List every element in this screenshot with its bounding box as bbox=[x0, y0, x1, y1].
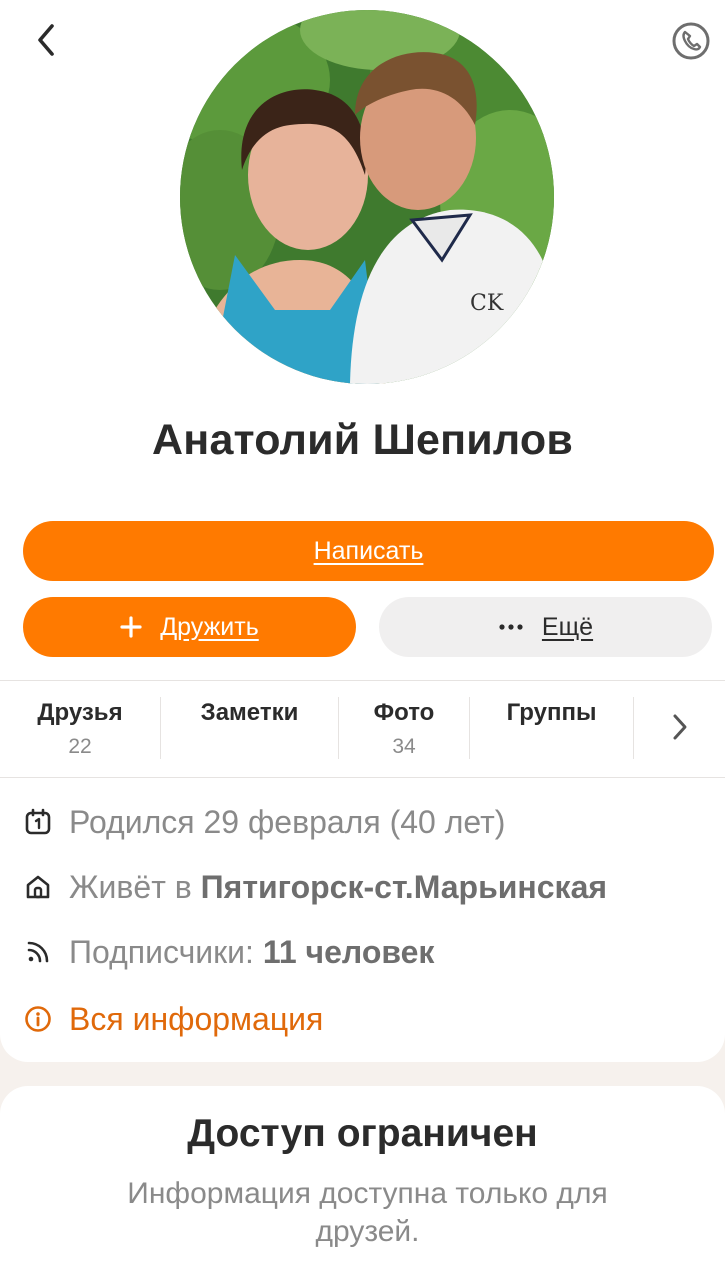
location-city: Пятигорск-ст.Марьинская bbox=[200, 868, 608, 905]
tab-photos-count: 34 bbox=[392, 735, 416, 758]
phone-icon bbox=[671, 21, 711, 66]
rss-icon bbox=[24, 938, 52, 966]
more-button[interactable]: Ещё bbox=[379, 597, 712, 657]
tab-groups-label: Группы bbox=[506, 699, 597, 726]
tab-photos[interactable]: Фото 34 bbox=[339, 681, 469, 777]
tab-notes-label: Заметки bbox=[200, 699, 299, 726]
birthday-text: Родился 29 февраля (40 лет) bbox=[69, 803, 506, 840]
more-label: Ещё bbox=[541, 612, 594, 641]
restricted-title: Доступ ограничен bbox=[187, 1112, 538, 1155]
all-info-link-row[interactable]: Вся информация bbox=[24, 997, 714, 1041]
location-text: Живёт в Пятигорск-ст.Марьинская bbox=[69, 869, 607, 906]
svg-text:CK: CK bbox=[470, 291, 504, 316]
back-button[interactable] bbox=[26, 20, 66, 64]
profile-header-card: CK Анатолий Шепилов Написать Дружить Ещё… bbox=[0, 0, 725, 1062]
profile-tabs: Друзья 22 Заметки Фото 34 Группы bbox=[0, 680, 725, 778]
tab-friends-count: 22 bbox=[68, 735, 92, 758]
add-friend-button[interactable]: Дружить bbox=[23, 597, 356, 657]
calendar-icon bbox=[24, 808, 52, 836]
followers-text[interactable]: Подписчики: 11 человек bbox=[69, 934, 434, 971]
tabs-next-button[interactable] bbox=[634, 681, 725, 777]
home-icon bbox=[24, 873, 52, 901]
profile-screen: CK Анатолий Шепилов Написать Дружить Ещё… bbox=[0, 0, 725, 1280]
write-message-button[interactable]: Написать bbox=[23, 521, 714, 581]
tab-friends-label: Друзья bbox=[37, 699, 123, 726]
plus-icon bbox=[120, 616, 142, 638]
tab-friends[interactable]: Друзья 22 bbox=[0, 681, 160, 777]
info-location: Живёт в Пятигорск-ст.Марьинская bbox=[24, 865, 714, 909]
profile-name: Анатолий Шепилов bbox=[152, 416, 573, 464]
tab-groups[interactable]: Группы bbox=[470, 681, 633, 777]
followers-prefix: Подписчики: bbox=[69, 933, 254, 970]
tab-photos-label: Фото bbox=[373, 699, 435, 726]
location-prefix: Живёт в bbox=[69, 868, 192, 905]
write-message-label: Написать bbox=[313, 536, 424, 565]
add-friend-label: Дружить bbox=[160, 612, 259, 641]
chevron-left-icon bbox=[35, 22, 57, 63]
chevron-right-icon bbox=[672, 713, 688, 746]
ellipsis-icon bbox=[498, 623, 524, 631]
info-followers: Подписчики: 11 человек bbox=[24, 930, 714, 974]
restricted-text: Информация доступна только для друзей. bbox=[127, 1177, 608, 1248]
call-button[interactable] bbox=[668, 20, 714, 66]
info-icon bbox=[24, 1005, 52, 1033]
all-info-link[interactable]: Вся информация bbox=[69, 1001, 323, 1038]
profile-avatar[interactable]: CK bbox=[180, 10, 554, 384]
tab-notes[interactable]: Заметки bbox=[161, 681, 338, 777]
followers-value: 11 человек bbox=[262, 933, 435, 970]
info-birthday: Родился 29 февраля (40 лет) bbox=[24, 800, 714, 844]
